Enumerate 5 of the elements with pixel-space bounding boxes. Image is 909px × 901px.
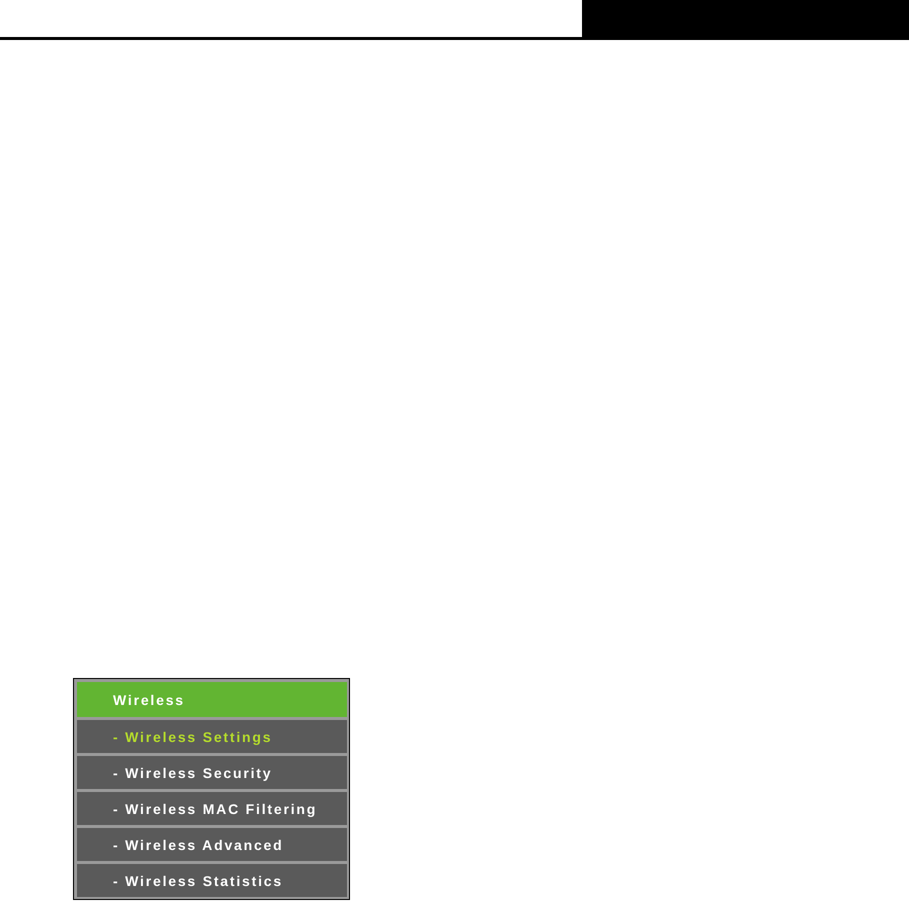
menu-item[interactable]: - Wireless Settings	[77, 720, 347, 753]
menu-item[interactable]: - Wireless MAC Filtering	[77, 792, 347, 825]
menu-item[interactable]: - Wireless Statistics	[77, 864, 347, 897]
menu-item[interactable]: - Wireless Security	[77, 756, 347, 789]
menu-item[interactable]: - Wireless Advanced	[77, 828, 347, 861]
